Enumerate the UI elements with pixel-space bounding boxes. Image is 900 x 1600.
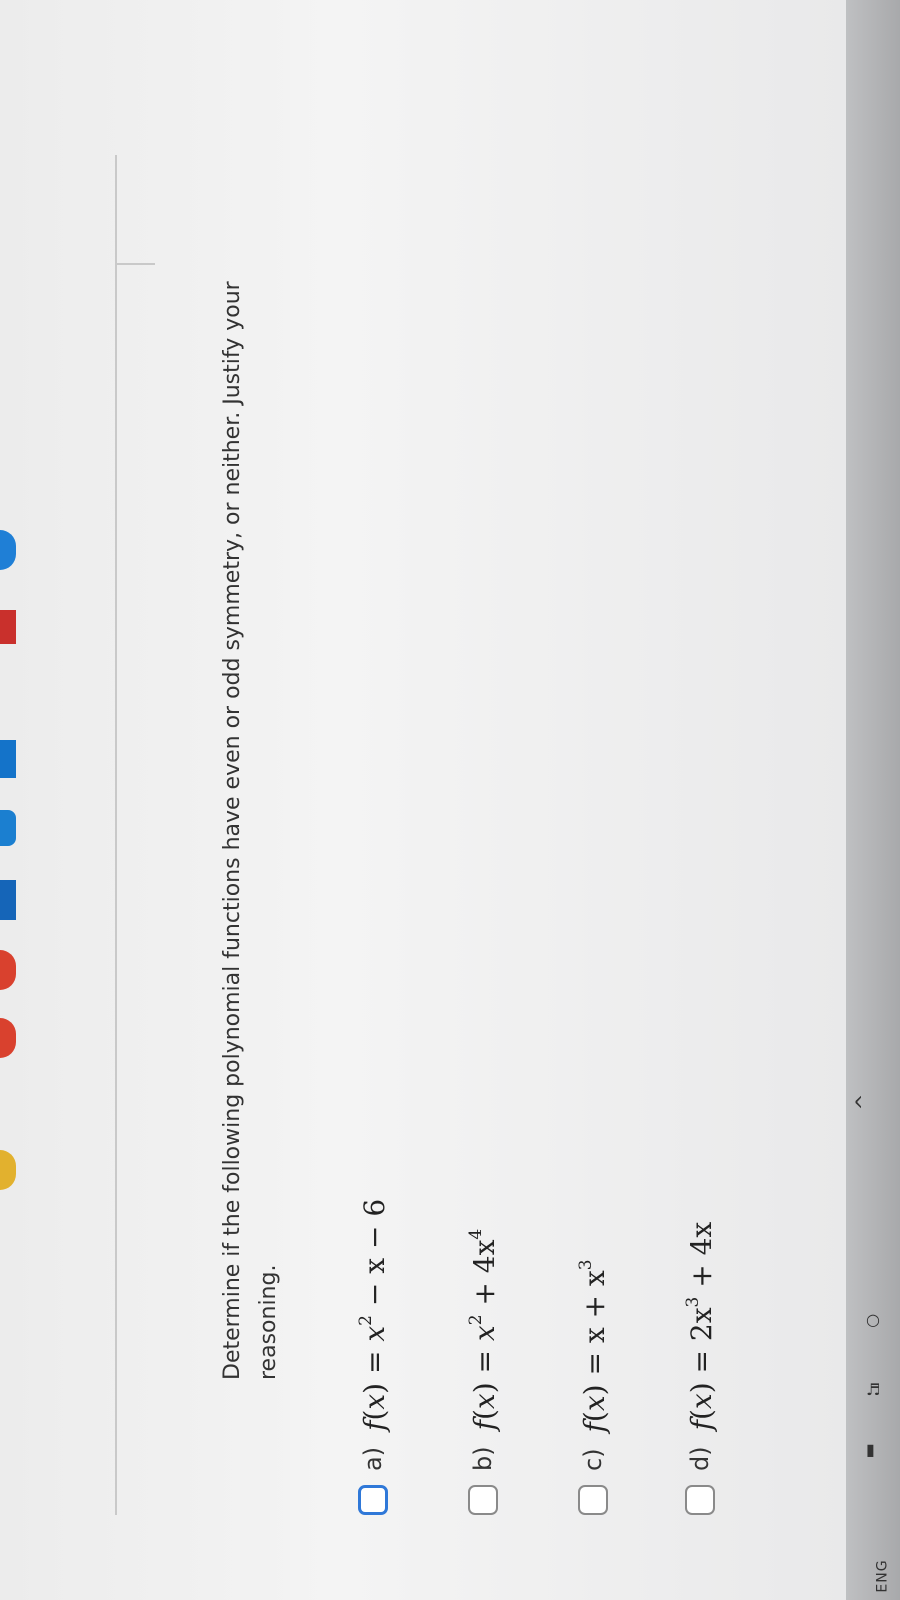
option-b-checkbox[interactable]	[468, 1485, 498, 1515]
blue-square-icon-3[interactable]	[0, 880, 16, 920]
option-b[interactable]: b) f(x) = x2 + 4x4	[453, 1229, 513, 1515]
option-a[interactable]: a) f(x) = x2 − x − 6	[343, 1199, 403, 1515]
option-a-checkbox[interactable]	[358, 1485, 388, 1515]
option-c[interactable]: c) f(x) = x + x3	[563, 1259, 623, 1515]
battery-icon[interactable]: ▮	[866, 1440, 875, 1459]
option-b-label: b)	[469, 1446, 497, 1471]
option-a-expression: f(x) = x2 − x − 6	[355, 1198, 391, 1431]
blue-app-icon[interactable]	[0, 530, 16, 570]
option-d-label: d)	[686, 1446, 714, 1471]
option-c-label: c)	[579, 1448, 607, 1471]
option-d-checkbox[interactable]	[685, 1485, 715, 1515]
option-d-expression: f(x) = 2x3 + 4x	[682, 1221, 718, 1431]
chrome-icon[interactable]	[0, 950, 16, 990]
option-d[interactable]: d) f(x) = 2x3 + 4x	[670, 1222, 730, 1515]
question-prompt: Determine if the following polynomial fu…	[220, 281, 281, 1380]
network-icon[interactable]: ○	[866, 1310, 880, 1329]
left-taskbar-edge	[0, 0, 20, 1600]
option-c-checkbox[interactable]	[578, 1485, 608, 1515]
question-card: Determine if the following polynomial fu…	[115, 85, 718, 1515]
card-top-border	[115, 155, 117, 1515]
chrome-icon-2[interactable]	[0, 1018, 16, 1058]
option-c-expression: f(x) = x + x3	[575, 1259, 611, 1433]
blue-square-icon[interactable]	[0, 740, 16, 778]
red-app-icon[interactable]	[0, 610, 16, 644]
yellow-app-icon[interactable]	[0, 1150, 16, 1190]
show-hidden-icons-chevron[interactable]: ^	[851, 1094, 875, 1111]
card-border-tick	[115, 263, 155, 265]
language-indicator[interactable]: ENG	[875, 1559, 891, 1592]
option-b-expression: f(x) = x2 + 4x4	[465, 1228, 501, 1431]
volume-icon[interactable]: ♬	[866, 1380, 880, 1399]
taskbar	[846, 0, 900, 1600]
blue-square-icon-2[interactable]	[0, 810, 16, 846]
option-a-label: a)	[359, 1446, 387, 1471]
